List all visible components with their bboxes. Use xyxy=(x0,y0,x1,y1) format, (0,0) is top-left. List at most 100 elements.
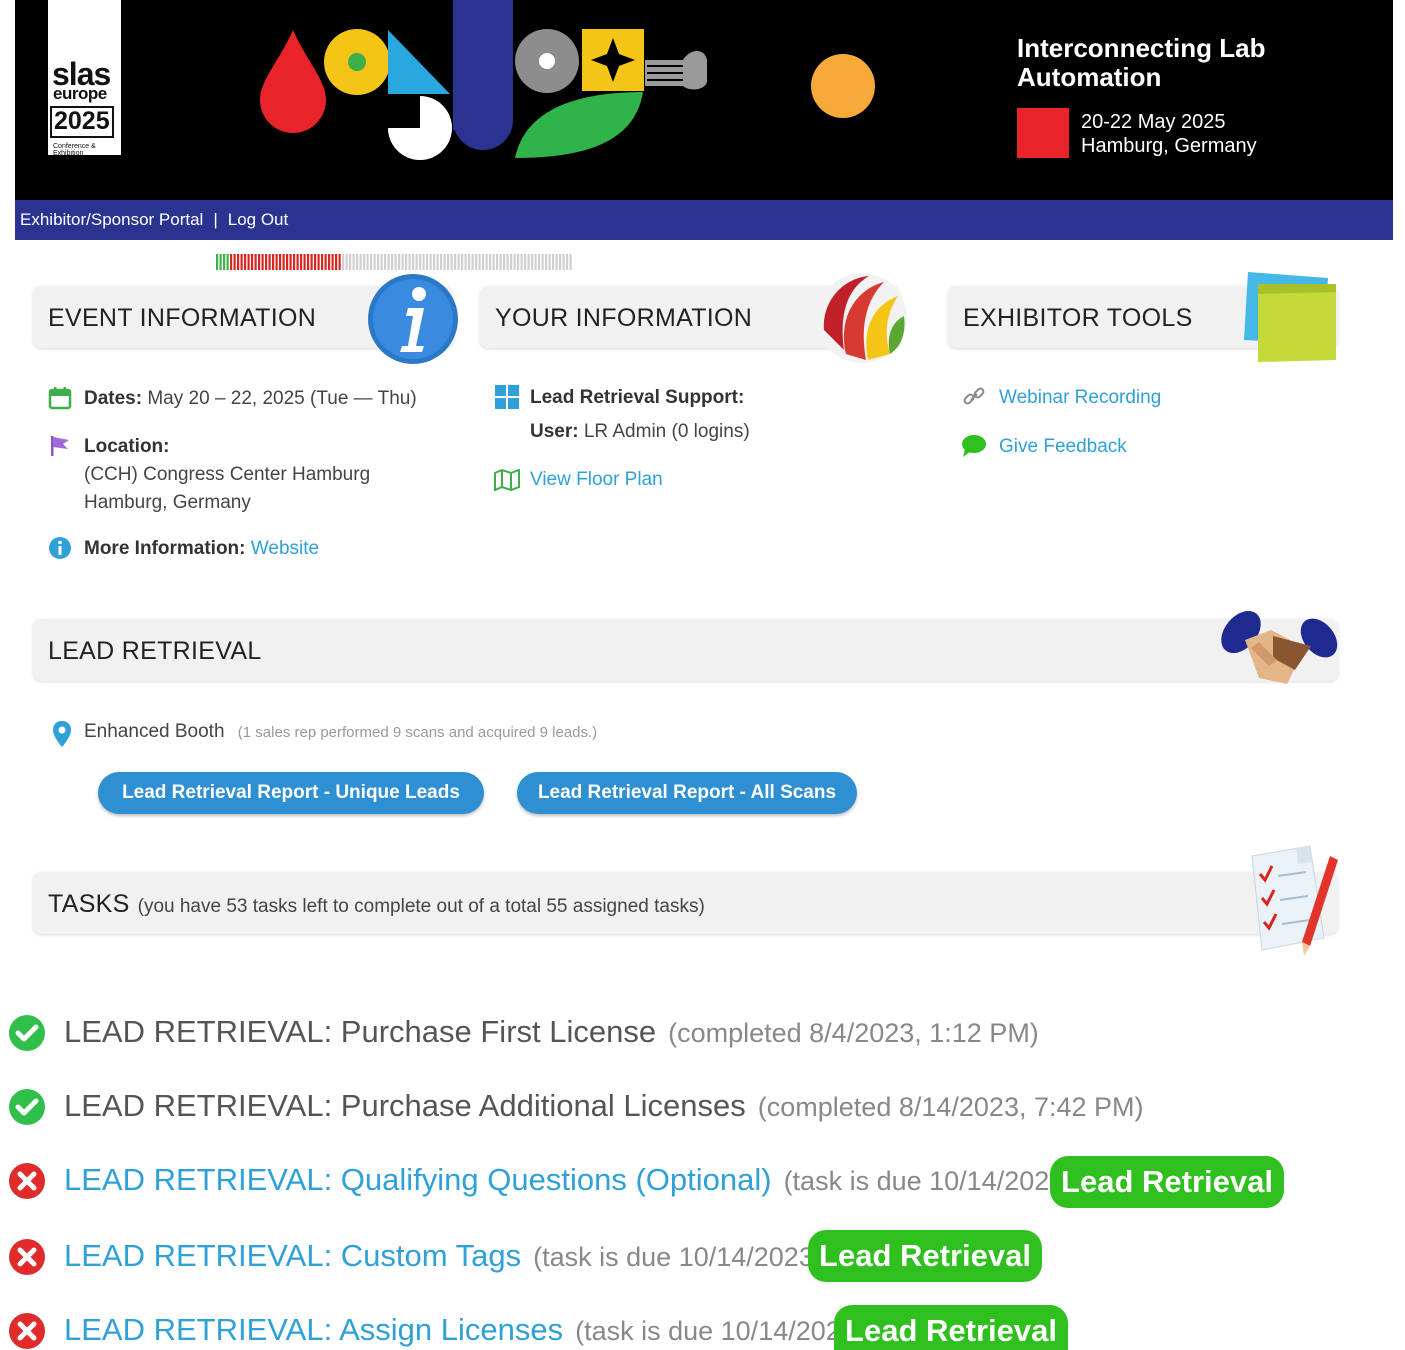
progress-stripe xyxy=(254,254,257,270)
progress-stripe xyxy=(548,254,551,270)
progress-stripe xyxy=(569,254,572,270)
tasks-note: (you have 53 tasks left to complete out … xyxy=(137,896,705,917)
progress-stripe xyxy=(258,254,261,270)
progress-stripe xyxy=(503,254,506,270)
task-row: LEAD RETRIEVAL: Purchase First License (c… xyxy=(8,1010,1039,1054)
lead-retrieval-button[interactable]: Lead Retrieval xyxy=(1050,1156,1284,1208)
handshake-icon xyxy=(1221,610,1338,684)
task-label[interactable]: LEAD RETRIEVAL: Custom Tags (task is due … xyxy=(64,1234,823,1279)
progress-stripe xyxy=(307,254,310,270)
progress-stripe xyxy=(226,254,229,270)
progress-stripe xyxy=(415,254,418,270)
event-dates: Dates: May 20 – 22, 2025 (Tue — Thu) xyxy=(84,385,417,413)
progress-stripe xyxy=(450,254,453,270)
progress-stripe xyxy=(366,254,369,270)
progress-stripe xyxy=(247,254,250,270)
task-title: LEAD RETRIEVAL: Purchase Additional Lice… xyxy=(64,1088,746,1123)
task-label: LEAD RETRIEVAL: Purchase Additional Lice… xyxy=(64,1084,1144,1129)
task-meta: (task is due 10/14/2023) xyxy=(575,1316,865,1346)
progress-stripe xyxy=(482,254,485,270)
task-meta: (completed 8/14/2023, 7:42 PM) xyxy=(757,1092,1144,1122)
incomplete-x-icon xyxy=(9,1163,45,1199)
progress-stripe xyxy=(429,254,432,270)
progress-stripe xyxy=(230,254,233,270)
more-info-label: More Information: xyxy=(84,538,246,559)
progress-stripe xyxy=(244,254,247,270)
progress-stripe xyxy=(279,254,282,270)
task-title[interactable]: LEAD RETRIEVAL: Qualifying Questions (Op… xyxy=(64,1162,772,1197)
website-link[interactable]: Website xyxy=(251,538,319,559)
progress-stripe xyxy=(531,254,534,270)
progress-stripe xyxy=(447,254,450,270)
incomplete-x-icon xyxy=(9,1313,45,1349)
progress-stripe xyxy=(282,254,285,270)
progress-stripe xyxy=(384,254,387,270)
banner-red-square xyxy=(1017,108,1069,158)
progress-stripe xyxy=(314,254,317,270)
lead-retrieval-button[interactable]: Lead Retrieval xyxy=(834,1305,1068,1350)
view-floor-plan-link[interactable]: View Floor Plan xyxy=(530,466,663,494)
progress-stripe xyxy=(433,254,436,270)
task-label[interactable]: LEAD RETRIEVAL: Qualifying Questions (Op… xyxy=(64,1158,1073,1203)
task-row: LEAD RETRIEVAL: Purchase Additional Lice… xyxy=(8,1084,1144,1128)
progress-stripe xyxy=(394,254,397,270)
colorful-sphere-icon xyxy=(817,273,907,363)
progress-stripe xyxy=(300,254,303,270)
banner-graphic xyxy=(260,0,875,160)
progress-stripe xyxy=(328,254,331,270)
give-feedback-link[interactable]: Give Feedback xyxy=(999,433,1127,461)
map-icon xyxy=(494,469,520,491)
task-row: LEAD RETRIEVAL: Qualifying Questions (Op… xyxy=(8,1158,1073,1202)
progress-stripe xyxy=(457,254,460,270)
dates-value: May 20 – 22, 2025 (Tue — Thu) xyxy=(147,388,417,409)
location-line-2: Hamburg, Germany xyxy=(84,492,251,513)
booth-note: (1 sales rep performed 9 scans and acqui… xyxy=(237,724,598,741)
nav-portal-link[interactable]: Exhibitor/Sponsor Portal xyxy=(20,210,203,229)
support-label: Lead Retrieval Support: xyxy=(530,387,745,408)
lead-retrieval-button[interactable]: Lead Retrieval xyxy=(808,1230,1042,1282)
tasks-header: TASKS (you have 53 tasks left to complete… xyxy=(33,872,1338,934)
report-unique-leads-button[interactable]: Lead Retrieval Report - Unique Leads xyxy=(98,772,484,814)
progress-stripe xyxy=(555,254,558,270)
user-label: User: xyxy=(530,421,579,442)
progress-stripe xyxy=(478,254,481,270)
progress-stripe xyxy=(562,254,565,270)
progress-stripe xyxy=(216,254,219,270)
checklist-icon xyxy=(1251,845,1338,956)
progress-stripe xyxy=(233,254,236,270)
task-title[interactable]: LEAD RETRIEVAL: Assign Licenses xyxy=(64,1312,563,1347)
progress-stripe xyxy=(545,254,548,270)
progress-stripe xyxy=(370,254,373,270)
progress-stripe xyxy=(240,254,243,270)
report-all-scans-button[interactable]: Lead Retrieval Report - All Scans xyxy=(517,772,857,814)
progress-stripe xyxy=(352,254,355,270)
nav-logout-link[interactable]: Log Out xyxy=(228,210,289,229)
progress-stripe xyxy=(471,254,474,270)
task-label[interactable]: LEAD RETRIEVAL: Assign Licenses (task is … xyxy=(64,1308,865,1350)
task-row: LEAD RETRIEVAL: Custom Tags (task is due … xyxy=(8,1234,823,1278)
progress-stripe xyxy=(223,254,226,270)
tasks-title: TASKS (you have 53 tasks left to complete… xyxy=(48,890,705,919)
progress-stripe xyxy=(541,254,544,270)
task-title[interactable]: LEAD RETRIEVAL: Custom Tags xyxy=(64,1238,521,1273)
location-pin-icon xyxy=(53,721,71,747)
task-title: LEAD RETRIEVAL: Purchase First License xyxy=(64,1014,657,1049)
progress-stripe xyxy=(356,254,359,270)
progress-stripe xyxy=(475,254,478,270)
completed-check-icon xyxy=(9,1089,45,1125)
progress-stripe xyxy=(380,254,383,270)
progress-stripe xyxy=(524,254,527,270)
progress-stripe xyxy=(275,254,278,270)
lead-retrieval-support: Lead Retrieval Support: User: LR Admin (… xyxy=(530,384,750,446)
progress-stripe xyxy=(566,254,569,270)
task-label: LEAD RETRIEVAL: Purchase First License (c… xyxy=(64,1010,1039,1055)
incomplete-x-icon xyxy=(9,1239,45,1275)
event-banner: slas europe 2025 Conference & Exhibition xyxy=(15,0,1393,200)
webinar-recording-link[interactable]: Webinar Recording xyxy=(999,384,1161,412)
progress-stripe xyxy=(520,254,523,270)
progress-stripe xyxy=(527,254,530,270)
progress-stripe xyxy=(387,254,390,270)
banner-date-location: 20-22 May 2025 Hamburg, Germany xyxy=(1081,110,1257,158)
progress-stripe xyxy=(310,254,313,270)
progress-stripe xyxy=(405,254,408,270)
